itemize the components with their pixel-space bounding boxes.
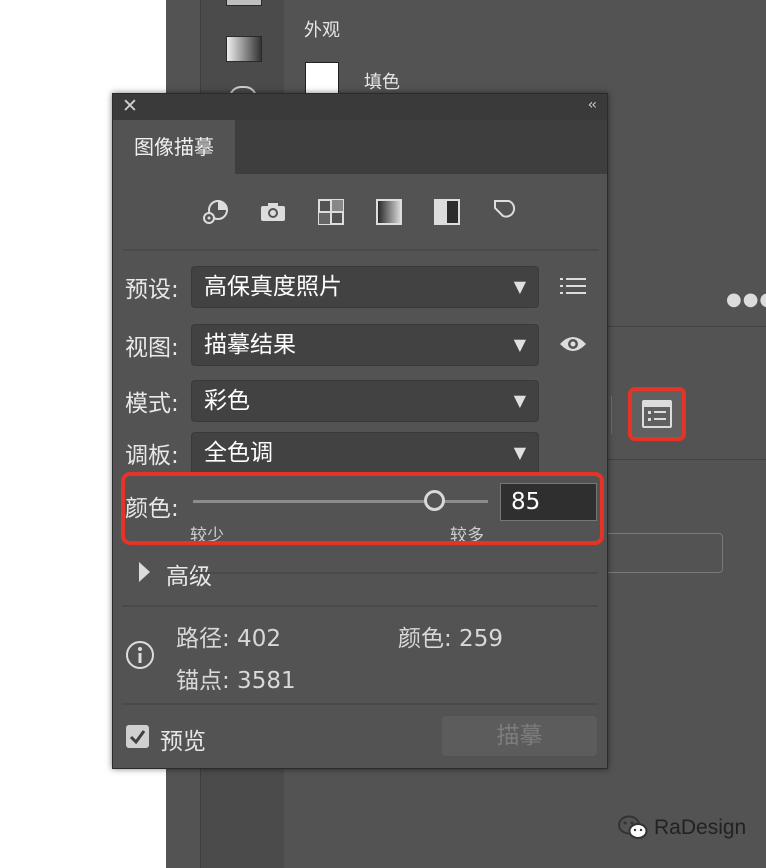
mode-dropdown[interactable]: 彩色 ▼	[191, 380, 539, 422]
camera-icon[interactable]	[259, 198, 287, 226]
list-panel-icon	[642, 400, 672, 428]
panel-title-bar[interactable]: ✕ ‹‹	[113, 94, 607, 120]
field-edge	[611, 396, 612, 434]
mode-value: 彩色	[204, 388, 250, 414]
fill-label: 填色	[364, 72, 400, 93]
divider	[122, 605, 598, 607]
close-icon[interactable]: ✕	[122, 95, 138, 117]
watermark: RaDesign	[618, 815, 746, 841]
chevron-down-icon: ▼	[513, 277, 526, 296]
chevron-down-icon: ▼	[513, 335, 526, 354]
color-count: 颜色: 259	[398, 626, 503, 652]
palette-label: 调板:	[125, 443, 179, 469]
preset-label: 预设:	[125, 277, 179, 303]
mode-label: 模式:	[125, 391, 179, 417]
black-white-icon[interactable]	[433, 198, 461, 226]
image-trace-panel-button[interactable]	[628, 387, 686, 441]
grayscale-icon[interactable]	[375, 198, 403, 226]
info-icon	[126, 641, 154, 669]
highlight-frame	[121, 472, 604, 545]
more-options-icon[interactable]: ●●●	[726, 289, 766, 310]
watermark-text: RaDesign	[654, 816, 747, 839]
tab-bar: 图像描摹	[113, 120, 607, 174]
divider	[122, 703, 598, 705]
collapse-icon[interactable]: ‹‹	[588, 97, 597, 113]
outline-icon[interactable]	[491, 198, 519, 226]
tool-swatch-top[interactable]	[226, 0, 262, 6]
checkmark-icon	[129, 730, 146, 745]
chevron-down-icon: ▼	[513, 443, 526, 462]
preset-icon-row	[201, 198, 521, 228]
palette-dropdown[interactable]: 全色调 ▼	[191, 432, 539, 474]
wechat-icon	[618, 815, 648, 839]
preview-label: 预览	[160, 729, 206, 755]
tab-image-trace[interactable]: 图像描摹	[113, 120, 235, 174]
view-dropdown[interactable]: 描摹结果 ▼	[191, 324, 539, 366]
fill-swatch[interactable]	[305, 62, 339, 96]
view-label: 视图:	[125, 335, 179, 361]
background-input[interactable]	[598, 533, 723, 573]
preset-menu-icon[interactable]	[559, 276, 587, 296]
appearance-heading: 外观	[304, 20, 340, 41]
preview-checkbox[interactable]	[126, 725, 149, 748]
view-value: 描摹结果	[204, 332, 296, 358]
advanced-toggle[interactable]: 高级	[166, 557, 212, 591]
gradient-tool-icon[interactable]	[226, 36, 262, 62]
trace-button[interactable]: 描摹	[442, 716, 597, 756]
eye-icon[interactable]	[559, 334, 587, 354]
path-count: 路径: 402	[176, 626, 281, 652]
palette-value: 全色调	[204, 440, 273, 466]
low-color-icon[interactable]	[317, 198, 345, 226]
anchor-count: 锚点: 3581	[176, 668, 296, 694]
chevron-down-icon: ▼	[513, 391, 526, 410]
disclosure-triangle-icon[interactable]	[139, 562, 150, 582]
divider	[192, 572, 598, 574]
preset-value: 高保真度照片	[204, 274, 342, 300]
divider	[123, 249, 599, 251]
preset-dropdown[interactable]: 高保真度照片 ▼	[191, 266, 539, 308]
auto-color-icon[interactable]	[201, 198, 229, 226]
